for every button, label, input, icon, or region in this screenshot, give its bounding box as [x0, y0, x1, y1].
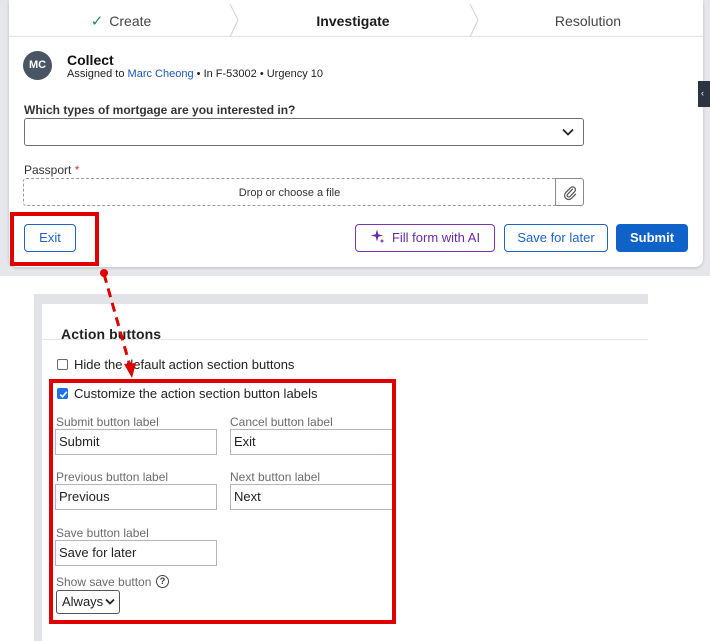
required-marker: * — [74, 163, 80, 177]
case-title: Collect — [67, 52, 114, 68]
case-panel: ✓ Create Investigate Resolution MC Collec… — [0, 0, 710, 276]
case-meta-suffix: • In F-53002 • Urgency 10 — [196, 68, 323, 80]
exit-highlight-box — [10, 212, 99, 266]
hide-default-checkbox[interactable] — [57, 359, 68, 370]
side-panel-toggle[interactable]: ‹ — [698, 81, 710, 107]
assigned-prefix: Assigned to — [67, 68, 125, 80]
attach-file-button[interactable] — [555, 178, 584, 206]
step-create-label: Create — [109, 13, 152, 29]
stage-stepper: ✓ Create Investigate Resolution — [9, 0, 703, 37]
save-for-later-button[interactable]: Save for later — [504, 224, 608, 252]
step-investigate[interactable]: Investigate — [233, 0, 473, 37]
mortgage-field-label: Which types of mortgage are you interest… — [24, 103, 296, 117]
settings-highlight-box — [49, 379, 396, 624]
chevron-left-icon: ‹ — [701, 88, 704, 98]
step-resolution[interactable]: Resolution — [473, 0, 703, 37]
chevron-down-icon — [561, 125, 575, 144]
fill-form-ai-label: Fill form with AI — [391, 230, 481, 245]
avatar: MC — [23, 51, 52, 80]
checkmark-icon: ✓ — [90, 13, 104, 30]
file-dropzone[interactable]: Drop or choose a file — [23, 178, 555, 206]
fill-form-ai-button[interactable]: Fill form with AI — [355, 224, 495, 252]
case-meta: Assigned to Marc Cheong • In F-53002 • U… — [67, 68, 323, 80]
step-investigate-label: Investigate — [316, 13, 390, 29]
mortgage-type-select[interactable] — [24, 118, 584, 146]
assignee-link[interactable]: Marc Cheong — [128, 68, 194, 80]
passport-field-label: Passport * — [24, 163, 79, 177]
settings-top-border — [34, 294, 648, 304]
section-divider — [42, 339, 648, 340]
submit-button[interactable]: Submit — [616, 224, 688, 252]
step-create[interactable]: ✓ Create — [9, 0, 233, 37]
passport-label-text: Passport — [24, 163, 72, 177]
hide-default-label: Hide the default action section buttons — [74, 357, 295, 372]
settings-left-border — [34, 294, 42, 641]
case-card: ✓ Create Investigate Resolution MC Collec… — [9, 0, 703, 267]
step-resolution-label: Resolution — [554, 13, 622, 29]
sparkle-icon — [370, 227, 385, 253]
